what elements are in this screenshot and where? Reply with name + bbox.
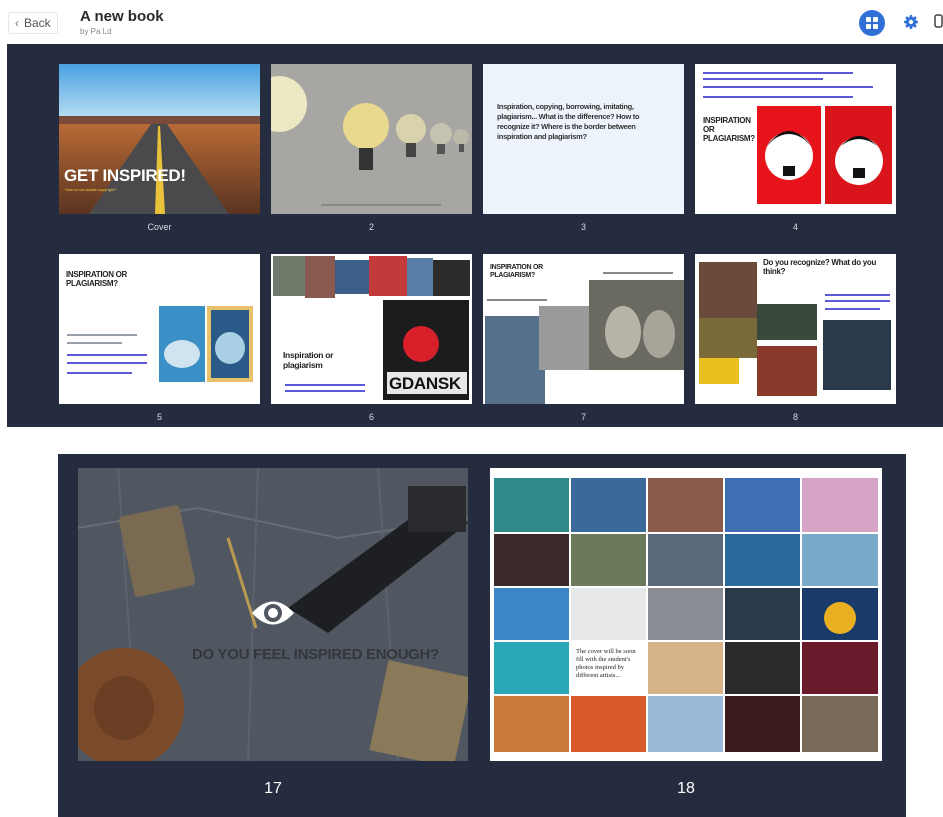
page-17-heading: DO YOU FEEL INSPIRED ENOUGH?: [192, 646, 439, 663]
page-label: Cover: [147, 222, 172, 232]
cover-subheading: How to not violate copyright?: [65, 187, 117, 192]
page-18-caption: The cover will be soon fill with the stu…: [576, 648, 636, 679]
grid-view-icon: [866, 17, 878, 29]
book-title: A new book: [80, 8, 164, 25]
cover-heading: GET INSPIRED!: [64, 166, 186, 185]
page-thumbnail-cover[interactable]: GET INSPIRED! How to not violate copyrig…: [59, 64, 260, 214]
page-3-text: Inspiration, copying, borrowing, imitati…: [497, 102, 640, 141]
more-icon[interactable]: [934, 14, 943, 30]
magazine-covers-image: [159, 306, 253, 382]
page-4-heading: INSPIRATION OR PLAGIARISM?: [703, 116, 755, 143]
top-bar: ‹ Back A new book by Pa Ld: [0, 0, 943, 44]
page-label: 3: [580, 222, 586, 232]
zoomed-pages-panel: DO YOU FEEL INSPIRED ENOUGH? 17 The cove…: [58, 454, 906, 817]
back-label: Back: [24, 16, 51, 30]
page-label: 8: [792, 412, 798, 422]
grid-view-button[interactable]: [859, 10, 885, 36]
page-thumbnail-4[interactable]: INSPIRATION OR PLAGIARISM?: [695, 64, 896, 214]
lightbulbs-image: [271, 64, 472, 214]
page-label: 5: [156, 412, 162, 422]
page-label-17: 17: [264, 780, 282, 797]
poster-images: [757, 106, 892, 204]
page-label: 7: [580, 412, 586, 422]
page-thumbnail-18[interactable]: The cover will be soon fill with the stu…: [490, 468, 882, 761]
paintings-grid-image: [699, 262, 891, 396]
gear-icon: [904, 15, 918, 29]
settings-button[interactable]: [901, 12, 921, 32]
page-thumbnail-6[interactable]: Inspiration or plagiarism GDANSK: [271, 254, 472, 404]
page-6-poster-text: GDANSK: [389, 374, 461, 393]
page-thumbnail-17[interactable]: DO YOU FEEL INSPIRED ENOUGH?: [78, 468, 468, 761]
back-button[interactable]: ‹ Back: [8, 12, 58, 34]
page-thumbnail-7[interactable]: INSPIRATION OR PLAGIARISM?: [483, 254, 684, 404]
page-thumbnail-8[interactable]: Do you recognize? What do you think?: [695, 254, 896, 404]
page-6-heading: Inspiration or plagiarism: [283, 350, 334, 370]
book-author: by Pa Ld: [80, 27, 112, 36]
page-8-heading: Do you recognize? What do you think?: [763, 258, 877, 276]
chevron-left-icon: ‹: [15, 16, 19, 30]
page-thumbnail-5[interactable]: INSPIRATION OR PLAGIARISM?: [59, 254, 260, 404]
page-label: 6: [368, 412, 374, 422]
page-5-heading: INSPIRATION OR PLAGIARISM?: [66, 270, 127, 288]
page-thumbnail-3[interactable]: Inspiration, copying, borrowing, imitati…: [483, 64, 684, 214]
eye-icon[interactable]: [250, 596, 296, 630]
page-thumbnail-2[interactable]: [271, 64, 472, 214]
page-label-18: 18: [677, 780, 695, 797]
page-7-heading: INSPIRATION OR PLAGIARISM?: [490, 264, 543, 279]
page-label: 4: [792, 222, 798, 232]
page-grid: GET INSPIRED! How to not violate copyrig…: [7, 44, 943, 427]
photo-mosaic-image: [494, 478, 878, 752]
page-label: 2: [368, 222, 374, 232]
